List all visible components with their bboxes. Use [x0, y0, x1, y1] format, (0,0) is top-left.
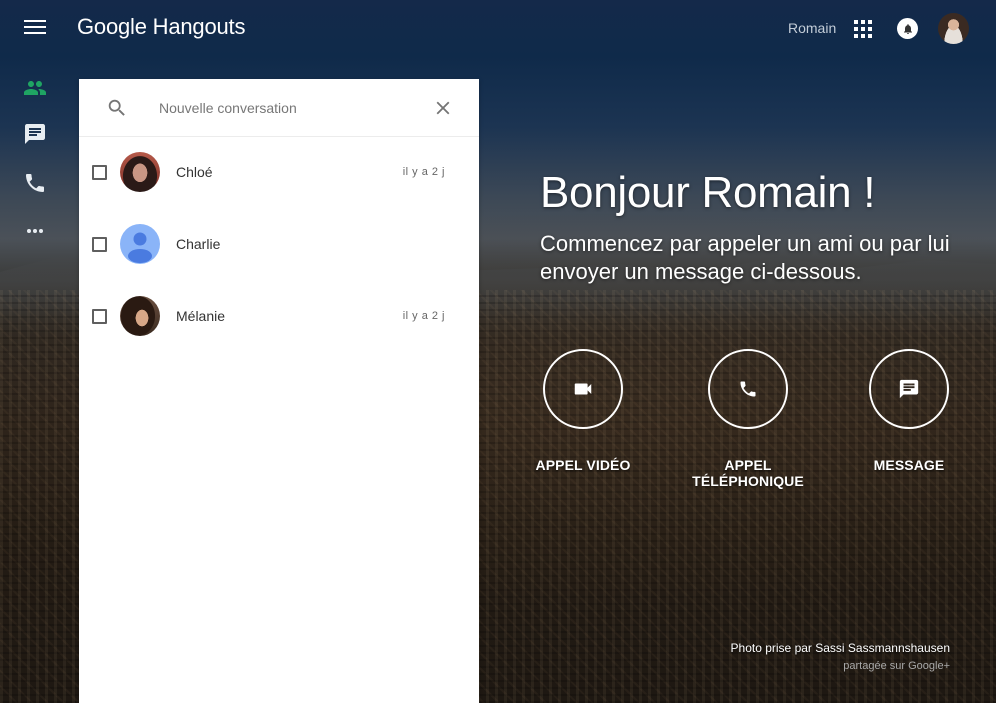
- contact-last-seen: il y a 2 j: [402, 310, 445, 322]
- phone-icon: [26, 174, 44, 192]
- search-icon: [108, 99, 125, 116]
- account-name[interactable]: Romain: [788, 20, 836, 36]
- person-icon: [128, 232, 152, 263]
- rail-contacts-button[interactable]: [23, 76, 47, 100]
- top-bar: Google Hangouts Romain: [0, 0, 996, 56]
- rail-more-button[interactable]: [23, 219, 47, 243]
- video-call-button[interactable]: APPEL VIDÉO: [503, 349, 663, 473]
- greeting-title: Bonjour Romain !: [540, 168, 876, 217]
- video-camera-icon: [574, 383, 592, 395]
- user-avatar[interactable]: [938, 13, 969, 44]
- photo-credit[interactable]: Photo prise par Sassi Sassmannshausen: [731, 641, 950, 655]
- apps-grid-icon: [861, 20, 865, 24]
- contact-checkbox[interactable]: [92, 309, 107, 324]
- phone-call-label: APPEL TÉLÉPHONIQUE: [692, 457, 804, 489]
- contact-name: Mélanie: [176, 308, 226, 324]
- bell-icon: [903, 23, 912, 34]
- apps-grid-button[interactable]: [854, 20, 872, 38]
- contact-avatar: [120, 296, 160, 336]
- search-row: [79, 79, 479, 137]
- new-conversation-panel: Chloé il y a 2 j Charlie Mélanie il y a …: [79, 79, 479, 703]
- rail-calls-button[interactable]: [23, 171, 47, 195]
- video-call-ring: [543, 349, 623, 429]
- contact-row[interactable]: Charlie: [79, 216, 479, 272]
- menu-icon-line: [24, 32, 46, 34]
- main-menu-button[interactable]: [23, 17, 47, 39]
- contact-name: Chloé: [176, 164, 213, 180]
- message-icon: [899, 379, 919, 399]
- more-icon: [27, 229, 43, 233]
- message-label: MESSAGE: [873, 457, 945, 473]
- apps-grid-icon: [854, 20, 858, 24]
- menu-icon-line: [24, 26, 46, 28]
- greeting-subtitle: Commencez par appeler un ami ou par lui …: [540, 231, 950, 284]
- logo-product: Hangouts: [152, 14, 246, 39]
- apps-grid-icon: [861, 27, 865, 31]
- apps-grid-icon: [861, 34, 865, 38]
- app-logo[interactable]: Google Hangouts: [77, 14, 245, 40]
- apps-grid-icon: [854, 34, 858, 38]
- default-avatar: [120, 224, 160, 264]
- people-icon: [24, 81, 46, 95]
- apps-grid-icon: [868, 27, 872, 31]
- contact-avatar: [120, 152, 160, 192]
- contact-row[interactable]: Chloé il y a 2 j: [79, 144, 479, 200]
- message-button[interactable]: MESSAGE: [829, 349, 989, 473]
- phone-icon: [740, 381, 756, 397]
- phone-call-button[interactable]: APPEL TÉLÉPHONIQUE: [668, 349, 828, 489]
- close-icon[interactable]: [432, 97, 454, 119]
- chat-icon: [25, 124, 45, 144]
- photo-source[interactable]: partagée sur Google+: [843, 660, 950, 672]
- apps-grid-icon: [854, 27, 858, 31]
- phone-call-ring: [708, 349, 788, 429]
- apps-grid-icon: [868, 34, 872, 38]
- new-conversation-input[interactable]: [159, 96, 419, 120]
- menu-icon-line: [24, 20, 46, 22]
- contact-last-seen: il y a 2 j: [402, 166, 445, 178]
- video-call-label: APPEL VIDÉO: [535, 457, 631, 473]
- contact-checkbox[interactable]: [92, 165, 107, 180]
- notifications-button[interactable]: [897, 18, 918, 39]
- logo-google: Google: [77, 14, 147, 39]
- contact-name: Charlie: [176, 236, 221, 252]
- contact-row[interactable]: Mélanie il y a 2 j: [79, 288, 479, 344]
- message-ring: [869, 349, 949, 429]
- apps-grid-icon: [868, 20, 872, 24]
- rail-conversations-button[interactable]: [23, 122, 47, 146]
- contact-checkbox[interactable]: [92, 237, 107, 252]
